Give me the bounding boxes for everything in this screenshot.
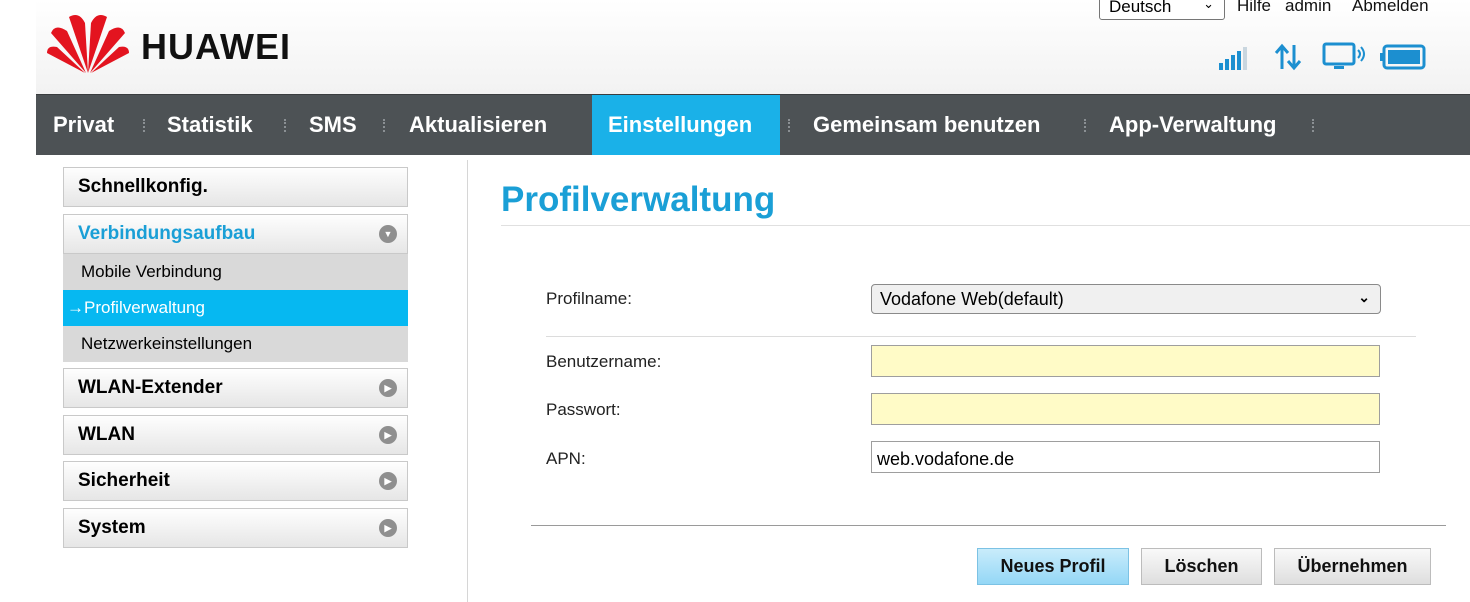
title-divider (501, 225, 1470, 226)
logout-link[interactable]: Abmelden (1352, 0, 1429, 16)
monitor-icon (1322, 42, 1365, 69)
nav-separator (788, 119, 792, 132)
brand-name: HUAWEI (141, 26, 291, 67)
status-icons (1218, 40, 1428, 74)
sidebar-subitem-network-settings[interactable]: Netzwerkeinstellungen (63, 326, 408, 362)
username-input[interactable] (871, 345, 1380, 377)
nav-item-privat[interactable]: Privat (37, 95, 130, 155)
actions-divider (531, 525, 1446, 526)
page-title: Profilverwaltung (501, 180, 776, 219)
sidebar-subitem-profile-management[interactable]: →Profilverwaltung (63, 290, 408, 326)
huawei-logo-icon (47, 15, 129, 74)
language-select[interactable]: Deutsch ⌄ (1099, 0, 1225, 20)
sidebar-item-security[interactable]: Sicherheit ▶ (63, 461, 408, 501)
user-link[interactable]: admin (1285, 0, 1331, 16)
password-input[interactable] (871, 393, 1380, 425)
main-nav: Privat Statistik SMS Aktualisieren Einst… (36, 94, 1470, 155)
nav-item-sms[interactable]: SMS (293, 95, 373, 155)
arrow-right-icon: → (67, 298, 84, 317)
circle-arrow-icon: ▶ (379, 519, 397, 537)
profile-name-select[interactable]: Vodafone Web(default) ⌄ (871, 284, 1381, 314)
sidebar-item-quick-setup[interactable]: Schnellkonfig. (63, 167, 408, 207)
profile-name-value: Vodafone Web(default) (880, 289, 1064, 309)
nav-item-einstellungen[interactable]: Einstellungen (592, 95, 780, 155)
signal-icon (1219, 47, 1247, 70)
form-divider (546, 336, 1416, 337)
nav-separator (383, 119, 387, 132)
help-link[interactable]: Hilfe (1237, 0, 1271, 16)
circle-arrow-icon: ▶ (379, 426, 397, 444)
nav-item-app-verwaltung[interactable]: App-Verwaltung (1093, 95, 1292, 155)
nav-separator (1312, 119, 1316, 132)
content-divider (467, 160, 468, 602)
nav-separator (284, 119, 288, 132)
nav-separator (1084, 119, 1088, 132)
battery-icon (1380, 44, 1426, 70)
apn-label: APN: (546, 449, 586, 468)
sidebar-subitem-mobile-connection[interactable]: Mobile Verbindung (63, 254, 408, 290)
apply-button[interactable]: Übernehmen (1274, 548, 1431, 585)
nav-separator (143, 119, 147, 132)
sidebar-item-wlan-extender[interactable]: WLAN-Extender ▶ (63, 368, 408, 408)
sidebar-item-label: Sicherheit (78, 470, 170, 491)
chevron-down-icon: ⌄ (1358, 289, 1370, 305)
nav-item-statistik[interactable]: Statistik (151, 95, 269, 155)
sidebar-item-system[interactable]: System ▶ (63, 508, 408, 548)
circle-arrow-icon: ▶ (379, 379, 397, 397)
sidebar-item-label: WLAN-Extender (78, 377, 223, 398)
new-profile-button[interactable]: Neues Profil (977, 548, 1129, 585)
chevron-down-icon: ⌄ (1203, 0, 1214, 11)
header: HUAWEI Deutsch ⌄ Hilfe admin Abmelden (36, 0, 1470, 94)
sidebar-item-label: Schnellkonfig. (78, 176, 208, 197)
sidebar-item-label: Verbindungsaufbau (78, 223, 256, 244)
nav-item-gemeinsam-benutzen[interactable]: Gemeinsam benutzen (797, 95, 1056, 155)
language-value: Deutsch (1109, 0, 1172, 16)
password-label: Passwort: (546, 400, 621, 419)
delete-button[interactable]: Löschen (1141, 548, 1262, 585)
circle-arrow-icon: ▶ (379, 472, 397, 490)
username-label: Benutzername: (546, 352, 662, 371)
sidebar-item-label: System (78, 517, 146, 538)
sidebar-item-wlan[interactable]: WLAN ▶ (63, 415, 408, 455)
sidebar-item-connection[interactable]: Verbindungsaufbau ▼ (63, 214, 408, 254)
chevron-down-icon: ▼ (379, 225, 397, 243)
apn-input[interactable] (871, 441, 1380, 473)
profile-name-label: Profilname: (546, 289, 632, 308)
sidebar-subitem-label: Profilverwaltung (84, 298, 205, 317)
sidebar-item-label: WLAN (78, 424, 135, 445)
nav-item-aktualisieren[interactable]: Aktualisieren (393, 95, 563, 155)
data-transfer-icon (1274, 43, 1302, 71)
